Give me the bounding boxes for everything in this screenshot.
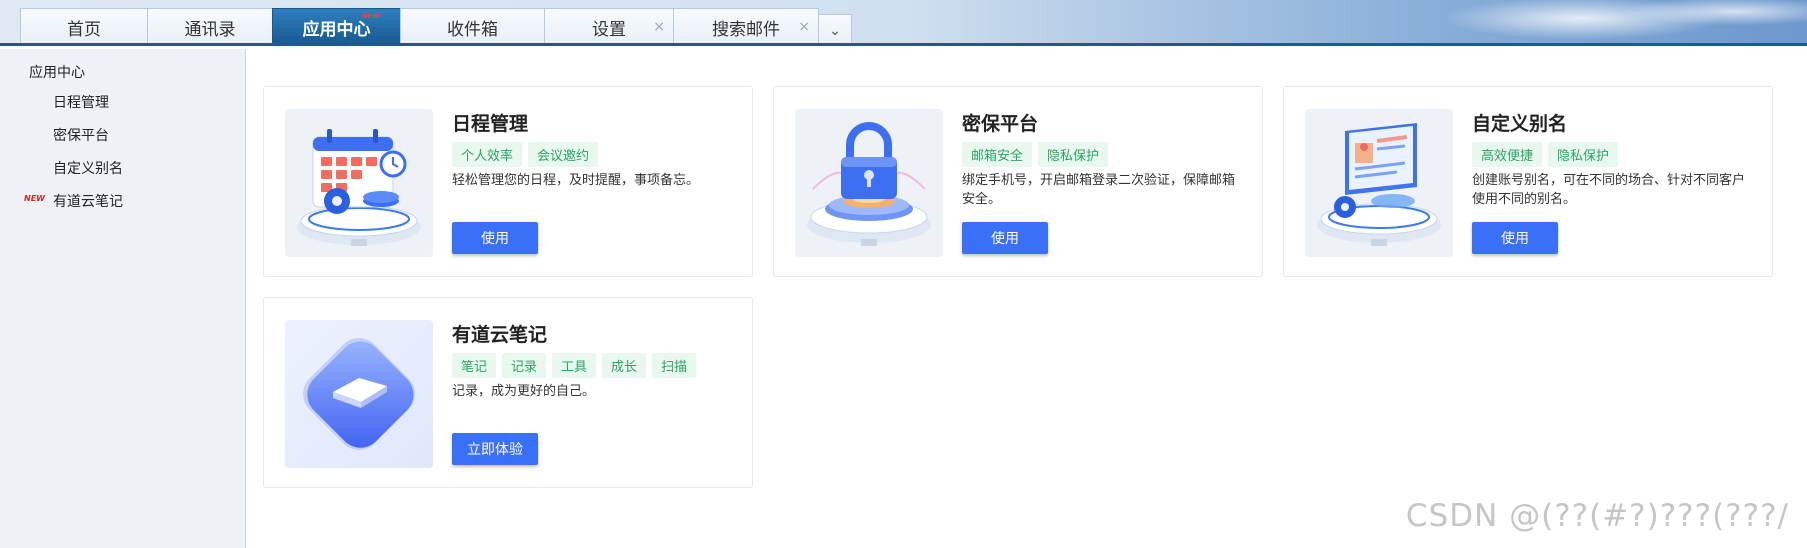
card-tags: 个人效率 会议邀约 — [452, 142, 599, 167]
app-card-security: 密保平台 邮箱安全 隐私保护 绑定手机号，开启邮箱登录二次验证，保障邮箱安全。 … — [773, 86, 1263, 277]
card-title: 有道云笔记 — [452, 324, 548, 346]
tab-label: 应用中心 — [302, 20, 371, 40]
app-card-youdao-note: 有道云笔记 笔记 记录 工具 成长 扫描 记录，成为更好的自己。 立即体验 — [263, 297, 753, 488]
app-card-schedule: 日程管理 个人效率 会议邀约 轻松管理您的日程，及时提醒，事项备忘。 使用 — [263, 86, 753, 277]
tag: 扫描 — [652, 353, 697, 378]
card-title: 日程管理 — [452, 113, 529, 135]
tag: 个人效率 — [452, 142, 523, 167]
tab-contacts[interactable]: 通讯录 — [147, 8, 273, 43]
card-description: 轻松管理您的日程，及时提醒，事项备忘。 — [452, 173, 700, 188]
tag: 成长 — [602, 353, 647, 378]
tab-app-center[interactable]: 应用中心 NEW — [272, 8, 401, 43]
card-description: 记录，成为更好的自己。 — [452, 384, 596, 399]
lock-icon — [795, 109, 943, 257]
header-sky-background — [907, 0, 1807, 43]
tab-label: 首页 — [67, 20, 101, 40]
card-title: 自定义别名 — [1472, 113, 1568, 135]
tab-home[interactable]: 首页 — [20, 8, 148, 43]
note-app-icon — [285, 320, 433, 468]
app-center-main: 日程管理 个人效率 会议邀约 轻松管理您的日程，及时提醒，事项备忘。 使用 密保… — [247, 49, 1807, 548]
new-badge: NEW — [24, 194, 45, 203]
tag: 笔记 — [452, 353, 497, 378]
id-card-icon — [1305, 109, 1453, 257]
use-button[interactable]: 使用 — [1472, 222, 1558, 254]
app-card-alias: 自定义别名 高效便捷 隐私保护 创建账号别名，可在不同的场合、针对不同客户使用不… — [1283, 86, 1773, 277]
card-tags: 邮箱安全 隐私保护 — [962, 142, 1109, 167]
try-now-button[interactable]: 立即体验 — [452, 433, 538, 465]
card-description: 创建账号别名，可在不同的场合、针对不同客户使用不同的别名。 — [1472, 173, 1746, 207]
use-button[interactable]: 使用 — [962, 222, 1048, 254]
sidebar-item-schedule[interactable]: 日程管理 — [53, 92, 109, 112]
tab-strip: 首页 通讯录 应用中心 NEW 收件箱 设置 × 搜索邮件 × ⌄ — [20, 8, 852, 43]
use-button[interactable]: 使用 — [452, 222, 538, 254]
card-description: 绑定手机号，开启邮箱登录二次验证，保障邮箱安全。 — [962, 173, 1236, 207]
top-tab-bar: 首页 通讯录 应用中心 NEW 收件箱 设置 × 搜索邮件 × ⌄ — [0, 0, 1807, 46]
sidebar-item-security[interactable]: 密保平台 — [53, 125, 109, 145]
tab-more-button[interactable]: ⌄ — [818, 14, 852, 43]
tag: 工具 — [552, 353, 597, 378]
close-icon[interactable]: × — [653, 19, 665, 35]
sidebar-item-youdao-note[interactable]: 有道云笔记 — [53, 191, 123, 211]
sidebar-item-alias[interactable]: 自定义别名 — [53, 158, 123, 178]
tab-inbox[interactable]: 收件箱 — [400, 8, 545, 43]
watermark: CSDN @(??(#?)???(???/ — [1405, 498, 1789, 534]
card-title: 密保平台 — [962, 113, 1039, 135]
tag: 邮箱安全 — [962, 142, 1033, 167]
sidebar-heading[interactable]: 应用中心 — [29, 62, 85, 82]
tag: 会议邀约 — [528, 142, 599, 167]
tag: 隐私保护 — [1038, 142, 1109, 167]
tag: 隐私保护 — [1548, 142, 1619, 167]
close-icon[interactable]: × — [798, 19, 810, 35]
tab-label: 搜索邮件 — [712, 20, 780, 40]
calendar-icon — [285, 109, 433, 257]
card-tags: 笔记 记录 工具 成长 扫描 — [452, 353, 697, 378]
tag: 高效便捷 — [1472, 142, 1543, 167]
tab-label: 设置 — [592, 20, 626, 40]
tab-label: 收件箱 — [447, 20, 498, 40]
tab-label: 通讯录 — [184, 20, 236, 40]
chevron-down-icon: ⌄ — [829, 22, 841, 39]
new-badge: NEW — [361, 12, 380, 20]
tab-settings[interactable]: 设置 × — [544, 8, 674, 43]
tab-search-mail[interactable]: 搜索邮件 × — [673, 8, 819, 43]
tag: 记录 — [502, 353, 547, 378]
sidebar: 应用中心 日程管理 密保平台 自定义别名 NEW 有道云笔记 — [0, 49, 246, 548]
card-tags: 高效便捷 隐私保护 — [1472, 142, 1619, 167]
